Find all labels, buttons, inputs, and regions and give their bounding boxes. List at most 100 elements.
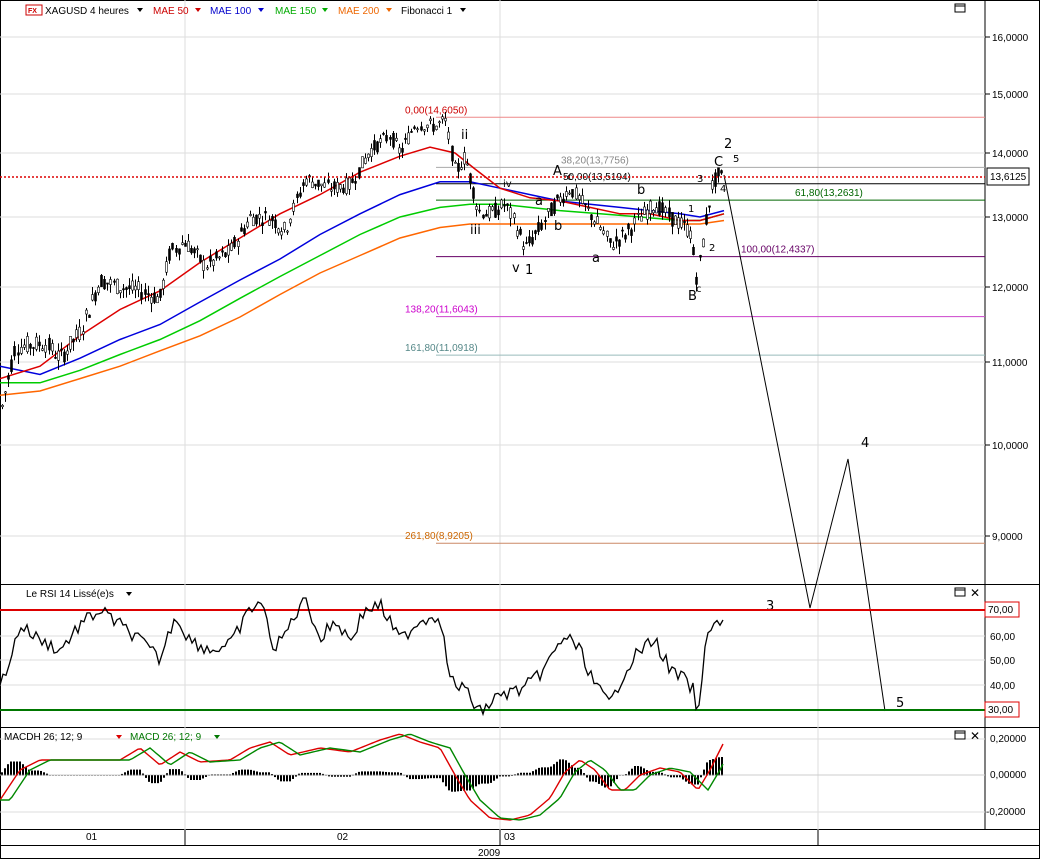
candle-body [333,181,336,190]
macd-title[interactable]: MACD 26; 12; 9 [130,732,202,743]
candle-body [652,210,655,214]
candle-body [528,236,531,244]
close-rsi-icon[interactable]: ✕ [970,586,980,600]
symbol-label[interactable]: XAGUSD 4 heures [45,6,129,17]
candle-body [565,191,568,197]
candle-body [506,203,509,206]
candle-body [584,203,587,206]
candle-body [590,214,593,221]
candle-body [54,357,57,359]
candle-body [283,222,286,230]
candle-body [82,331,85,335]
candle-body [451,145,454,162]
candle-body [633,217,636,225]
macd-hist-bar [169,769,171,776]
candle-body [109,279,112,285]
wave-label: c [696,284,702,295]
wave-label: c [567,172,573,183]
candle-body [97,286,100,293]
candle-body [342,187,345,193]
candle-body [199,254,202,263]
rsi-title[interactable]: Le RSI 14 Lissé(e)s [26,589,114,600]
candle-body [78,326,81,340]
wave-label: iii [470,223,481,238]
candle-body [392,132,395,148]
macd-hist-bar [349,775,351,777]
fibonacci-legend[interactable]: Fibonacci 1 [401,6,453,17]
maximize-macd-icon[interactable] [954,730,966,740]
macd-hist-bar [187,775,189,778]
ma50-legend[interactable]: MAE 50 [153,6,189,17]
candle-body [88,314,91,318]
candle-body [602,230,605,235]
candle-body [612,247,615,250]
rsi-tick-60: 60,00 [990,632,1015,643]
candle-body [134,285,137,291]
macd-hist-bar [673,775,675,778]
candle-body [435,125,438,130]
chart-canvas[interactable]: FX XAGUSD 4 heures MAE 50 MAE 100 MAE 15… [0,0,1040,859]
candle-body [398,147,401,154]
macd-hist-bar [196,775,198,780]
candle-body [289,218,292,224]
macd-hist-bar [199,775,201,780]
macd-hist-bar [139,769,141,776]
macd-hist-bar [280,775,282,782]
macd-hist-bar [496,775,498,779]
candle-body [280,231,283,236]
macd-tick-000: 0,00000 [990,770,1027,781]
macd-hist-bar [631,768,633,776]
wave-label: 4 [861,436,869,451]
candle-body [320,183,323,187]
candle-body [668,207,671,218]
macd-hist-bar [445,775,447,787]
candle-body [190,248,193,254]
ma200-legend[interactable]: MAE 200 [338,6,380,17]
macd-hist-bar [475,775,477,787]
macd-hist-bar [247,769,249,776]
candle-body [494,202,497,218]
wave-label: A [553,164,562,179]
candle-body [41,348,44,351]
candle-body [168,248,171,261]
macd-hist-bar [424,775,426,779]
fib-level-label: 38,20(13,7756) [561,155,629,166]
macd-hist-bar [586,775,588,778]
candle-body [44,344,47,353]
candle-body [705,214,708,225]
wave-label: 3 [697,174,703,185]
macd-hist-bar [172,769,174,776]
price-tick-label: 16,0000 [992,33,1029,44]
macd-hist-bar [451,775,453,792]
maximize-rsi-icon[interactable] [954,587,966,597]
candle-body [153,292,156,303]
maximize-price-icon[interactable] [954,3,966,13]
candle-body [497,209,500,216]
price-tick-label: 15,0000 [992,90,1029,101]
candle-body [196,248,199,251]
wave-label: ii [461,128,468,143]
candle-body [364,157,367,164]
ma150-legend[interactable]: MAE 150 [275,6,317,17]
macd-hist-bar [190,775,192,780]
candle-body [485,213,488,217]
candle-body [708,205,711,208]
candle-body [171,243,174,250]
macd-hist-bar [289,775,291,782]
candle-body [444,118,447,122]
price-tick-label: 9,0000 [992,532,1023,543]
macd-hist-bar [409,775,411,780]
wave-label: 4 [720,184,726,195]
candle-body [491,206,494,211]
candle-body [522,246,525,250]
ma100-legend[interactable]: MAE 100 [210,6,252,17]
candle-body [568,192,571,195]
macd-hist-bar [274,775,276,778]
macdh-title[interactable]: MACDH 26; 12; 9 [4,732,83,743]
macd-hist-bar [421,775,423,779]
macd-hist-bar [412,775,414,780]
close-macd-icon[interactable]: ✕ [970,729,980,743]
candle-body [35,336,38,350]
candle-body [677,217,680,229]
candle-body [547,208,550,212]
